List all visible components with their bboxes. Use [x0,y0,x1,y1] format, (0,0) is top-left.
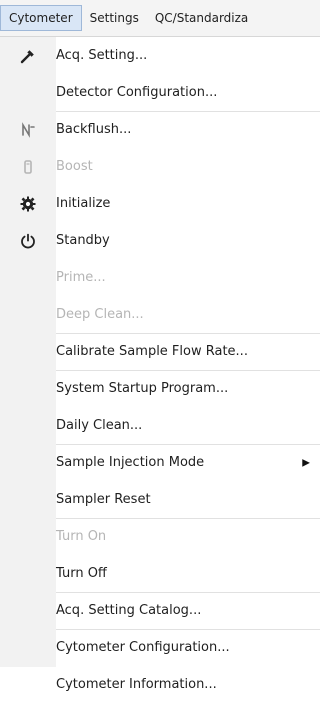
menu-qc-standardization[interactable]: QC/Standardiza [147,6,256,30]
menu-cytometer[interactable]: Cytometer [0,5,82,31]
menu-item-detector-configuration[interactable]: Detector Configuration... [0,74,320,111]
menu-item-label: Boost [56,158,93,174]
menu-item-calibrate-sample-flow-rate[interactable]: Calibrate Sample Flow Rate... [0,333,320,370]
boost-icon [0,158,56,176]
menu-item-initialize[interactable]: Initialize [0,185,320,222]
menu-item-label: Sample Injection Mode [56,454,205,470]
menu-item-label: Detector Configuration... [56,84,218,100]
menu-item-label: Acq. Setting... [56,47,148,63]
menu-item-label: Cytometer Configuration... [56,639,230,655]
menu-item-daily-clean[interactable]: Daily Clean... [0,407,320,444]
menu-item-label: Standby [56,232,110,248]
menu-item-acq-setting-catalog[interactable]: Acq. Setting Catalog... [0,592,320,629]
menu-item-sample-injection-mode[interactable]: Sample Injection Mode ▶ [0,444,320,481]
menu-item-label: Initialize [56,195,111,211]
menu-item-label: Sampler Reset [56,491,151,507]
menu-item-label: Turn Off [56,565,107,581]
menu-item-label: Daily Clean... [56,417,143,433]
cytometer-dropdown-menu: Acq. Setting... Detector Configuration..… [0,37,320,692]
menu-item-label: Calibrate Sample Flow Rate... [56,343,248,359]
menu-item-label: Turn On [56,528,107,544]
menu-item-deep-clean: Deep Clean... [0,296,320,333]
backflush-icon [0,121,56,139]
menu-item-label: Acq. Setting Catalog... [56,602,202,618]
menu-item-cytometer-configuration[interactable]: Cytometer Configuration... [0,629,320,666]
menu-item-label: Deep Clean... [56,306,144,322]
menu-item-label: Backflush... [56,121,132,137]
menu-item-sampler-reset[interactable]: Sampler Reset [0,481,320,518]
menu-item-system-startup-program[interactable]: System Startup Program... [0,370,320,407]
menu-item-boost: Boost [0,148,320,185]
menu-item-prime: Prime... [0,259,320,296]
wrench-icon [0,47,56,65]
menu-item-turn-on: Turn On [0,518,320,555]
menu-bar: Cytometer Settings QC/Standardiza [0,0,320,37]
menu-item-label: Cytometer Information... [56,676,217,692]
submenu-arrow-icon: ▶ [302,457,310,468]
menu-item-acq-setting[interactable]: Acq. Setting... [0,37,320,74]
menu-item-backflush[interactable]: Backflush... [0,111,320,148]
power-icon [0,232,56,250]
menu-item-cytometer-information[interactable]: Cytometer Information... [0,666,320,703]
menu-item-turn-off[interactable]: Turn Off [0,555,320,592]
menu-item-standby[interactable]: Standby [0,222,320,259]
gear-icon [0,195,56,213]
menu-item-label: Prime... [56,269,106,285]
menu-settings[interactable]: Settings [82,6,147,30]
menu-item-label: System Startup Program... [56,380,229,396]
